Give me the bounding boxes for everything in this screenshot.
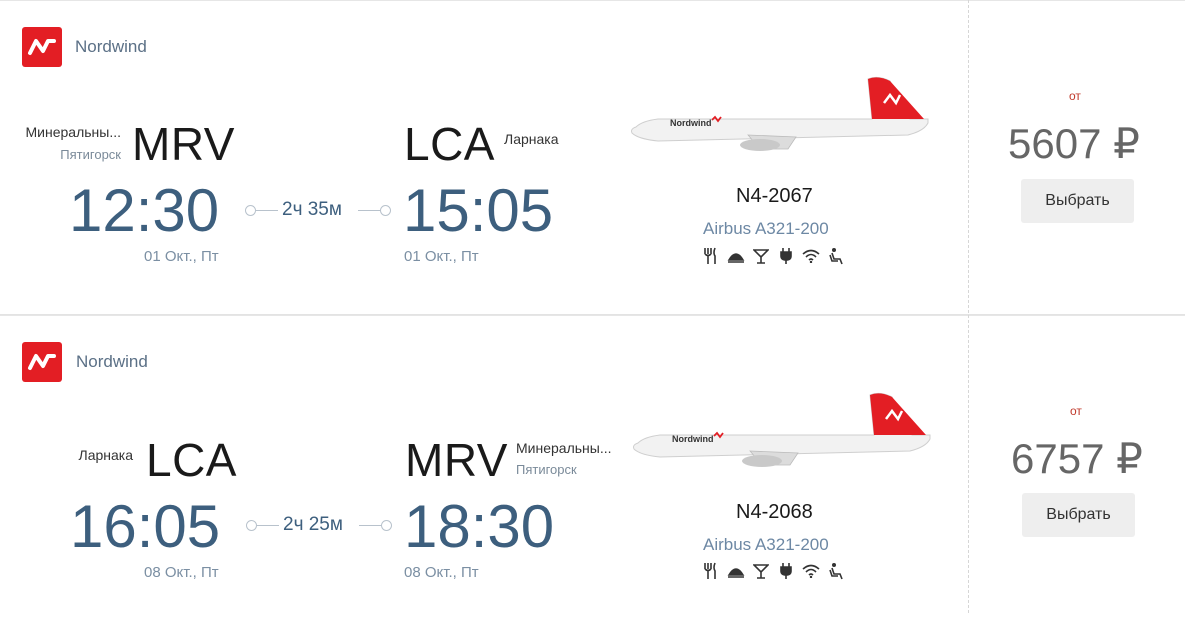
power-outlet-icon <box>777 562 795 580</box>
svg-text:Nordwind: Nordwind <box>670 118 712 128</box>
flight-number: N4-2067 <box>736 185 813 207</box>
airline-logo <box>22 27 62 67</box>
airline-logo <box>22 342 62 382</box>
price: 5607 ₽ <box>1008 120 1140 167</box>
flight-number: N4-2068 <box>736 501 813 523</box>
hot-food-icon <box>727 247 745 265</box>
aircraft-image: Nordwind <box>633 392 931 467</box>
drinks-icon <box>752 247 770 265</box>
origin-code: MRV <box>132 118 235 170</box>
power-outlet-icon <box>777 247 795 265</box>
seat-icon <box>827 562 845 580</box>
select-button[interactable]: Выбрать <box>1022 493 1135 537</box>
meal-icon <box>702 562 720 580</box>
arrival-time: 18:30 <box>404 493 555 560</box>
duration: 2ч 35м <box>245 199 392 223</box>
duration: 2ч 25м <box>246 514 393 538</box>
origin-city: Ларнака <box>78 447 134 463</box>
arrival-date: 08 Окт., Пт <box>404 564 479 581</box>
price-column-divider <box>968 0 969 613</box>
meal-icon <box>702 247 720 265</box>
aircraft-type: Airbus A321-200 <box>703 535 829 554</box>
amenities <box>702 562 845 580</box>
flight-card: Nordwind Ларнака LCA MRV Минеральны... П… <box>0 315 1185 629</box>
aircraft-image: Nordwind <box>631 76 929 151</box>
destination-city: Минеральны... <box>516 440 612 456</box>
departure-date: 08 Окт., Пт <box>144 564 219 581</box>
wifi-icon <box>802 247 820 265</box>
origin-subcity: Пятигорск <box>60 147 121 162</box>
destination-city: Ларнака <box>504 131 559 147</box>
svg-text:Nordwind: Nordwind <box>672 434 714 444</box>
price-prefix: от <box>1070 404 1082 418</box>
origin-city: Минеральны... <box>25 124 122 140</box>
departure-date: 01 Окт., Пт <box>144 248 219 265</box>
price-prefix: от <box>1069 89 1081 103</box>
airline-name: Nordwind <box>75 37 147 56</box>
destination-code: LCA <box>404 118 495 170</box>
flight-card: Nordwind Минеральны... Пятигорск MRV LCA… <box>0 0 1185 314</box>
seat-icon <box>827 247 845 265</box>
departure-time: 12:30 <box>69 177 220 244</box>
destination-code: MRV <box>405 434 508 486</box>
airline-name: Nordwind <box>76 352 148 371</box>
drinks-icon <box>752 562 770 580</box>
aircraft-type: Airbus A321-200 <box>703 219 829 238</box>
select-button[interactable]: Выбрать <box>1021 179 1134 223</box>
price: 6757 ₽ <box>1011 435 1143 482</box>
departure-time: 16:05 <box>70 493 221 560</box>
wifi-icon <box>802 562 820 580</box>
hot-food-icon <box>727 562 745 580</box>
origin-code: LCA <box>146 434 237 486</box>
arrival-time: 15:05 <box>403 177 554 244</box>
arrival-date: 01 Окт., Пт <box>404 248 479 265</box>
destination-subcity: Пятигорск <box>516 462 577 477</box>
duration-text: 2ч 25м <box>283 514 343 535</box>
amenities <box>702 247 845 265</box>
duration-text: 2ч 35м <box>282 199 342 220</box>
